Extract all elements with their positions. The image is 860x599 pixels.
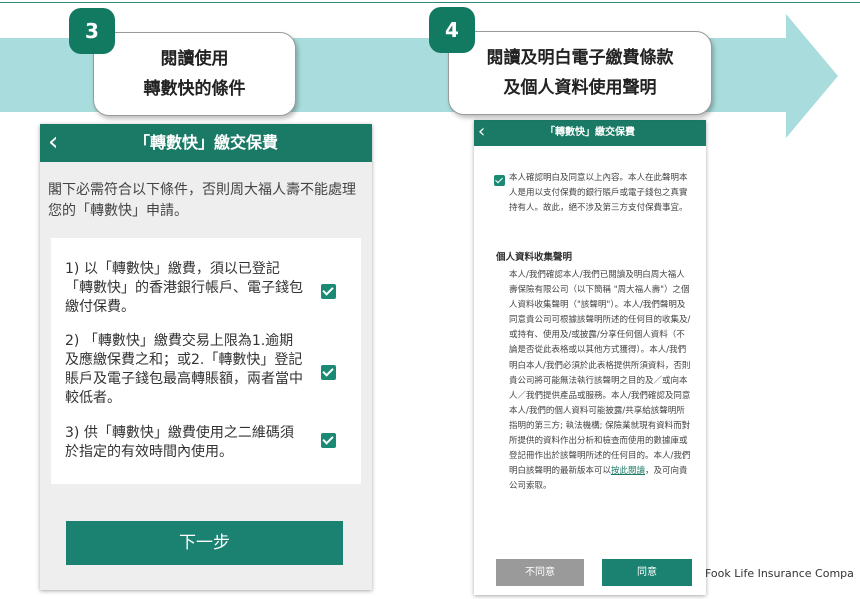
- condition-2-checkbox[interactable]: [321, 365, 336, 380]
- pics-text: 本人/我們確認本人/我們已閱讀及明白周大福人壽保險有限公司（以下簡稱 "周大福人…: [509, 270, 691, 477]
- next-step-button[interactable]: 下一步: [66, 521, 343, 565]
- condition-2-text: 2) 「轉數快」繳費交易上限為1.逾期及應繳保費之和；或2.「轉數快」登記賬戶及…: [65, 333, 303, 406]
- screen-title-small: 「轉數快」繳交保費: [545, 127, 635, 138]
- agree-button[interactable]: 同意: [602, 559, 692, 586]
- disagree-button[interactable]: 不同意: [496, 559, 584, 586]
- app-header-small: ‹ 「轉數快」繳交保費: [474, 120, 706, 146]
- confirm-checkbox[interactable]: [494, 175, 505, 186]
- pics-heading: 個人資料收集聲明: [496, 252, 573, 263]
- terms-declaration-screen: ‹ 「轉數快」繳交保費 本人確認明白及同意以上內容。本人在此聲明本人是用以支付保…: [474, 120, 706, 595]
- condition-1-text: 1) 以「轉數快」繳費，須以已登記「轉數快」的香港銀行帳戶、電子錢包繳付保費。: [65, 261, 303, 315]
- step-4-line1: 閱讀及明白電子繳費條款: [486, 48, 674, 68]
- step-4-line2: 及個人資料使用聲明: [503, 78, 657, 98]
- confirm-statement: 本人確認明白及同意以上內容。本人在此聲明本人是用以支付保費的銀行賬戶或電子錢包之…: [509, 173, 688, 213]
- condition-1-checkbox[interactable]: [321, 284, 336, 299]
- conditions-intro: 閣下必需符合以下條件，否則周大福人壽不能處理您的「轉數快」申請。: [48, 182, 356, 219]
- process-arrow-head: [786, 14, 838, 138]
- condition-3-checkbox[interactable]: [321, 433, 336, 448]
- step-3-line2: 轉數快的條件: [143, 79, 246, 99]
- footer-company-text: Fook Life Insurance Compa: [705, 567, 854, 580]
- app-header: ‹ 「轉數快」繳交保費: [40, 124, 372, 162]
- conditions-card: 1) 以「轉數快」繳費，須以已登記「轉數快」的香港銀行帳戶、電子錢包繳付保費。 …: [51, 238, 361, 484]
- pics-read-link[interactable]: 按此閱讀: [611, 466, 645, 476]
- step-3-line1: 閱讀使用: [160, 49, 229, 69]
- screen-title: 「轉數快」繳交保費: [133, 133, 278, 152]
- pics-body: 本人/我們確認本人/我們已閱讀及明白周大福人壽保險有限公司（以下簡稱 "周大福人…: [509, 268, 691, 494]
- step-4-box: 閱讀及明白電子繳費條款 及個人資料使用聲明: [448, 31, 712, 115]
- fps-conditions-screen: ‹ 「轉數快」繳交保費 閣下必需符合以下條件，否則周大福人壽不能處理您的「轉數快…: [40, 124, 372, 590]
- step-3-badge: 3: [69, 8, 115, 54]
- condition-3-text: 3) 供「轉數快」繳費使用之二維碼須於指定的有效時間內使用。: [65, 425, 294, 460]
- step-3-box: 閱讀使用 轉數快的條件: [93, 32, 296, 116]
- top-rule: [0, 2, 860, 3]
- step-4-badge: 4: [429, 7, 475, 53]
